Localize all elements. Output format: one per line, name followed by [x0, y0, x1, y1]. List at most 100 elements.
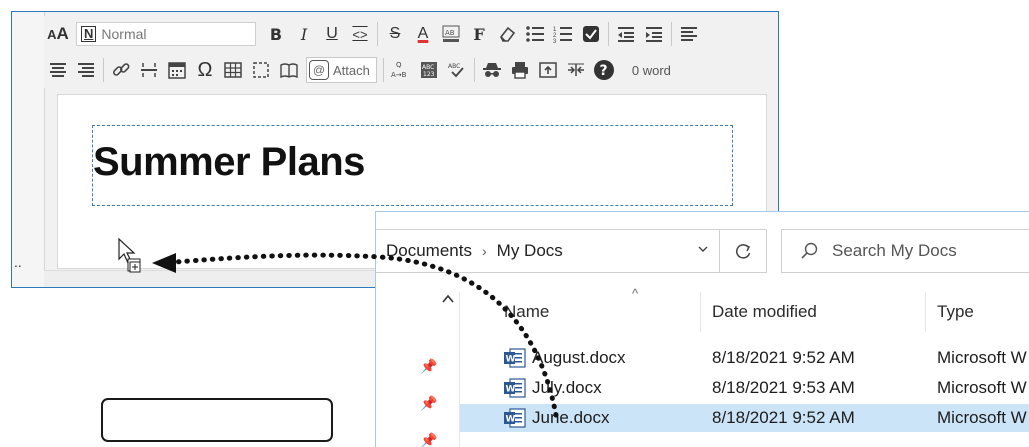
outdent-icon[interactable] [613, 21, 639, 47]
file-row-july[interactable]: W July.docx 8/18/2021 9:53 AM Microsoft W [460, 374, 1029, 402]
left-strip-text: .. [14, 254, 22, 270]
toolbar-separator [103, 58, 104, 82]
toolbar-separator [382, 58, 384, 82]
italic-icon[interactable]: I [291, 21, 317, 47]
spy-icon[interactable] [479, 57, 505, 83]
source-code-icon[interactable]: <> [347, 21, 373, 47]
pin-icon[interactable]: 📌 [420, 358, 437, 375]
word-document-icon: W [504, 408, 526, 428]
file-type: Microsoft W [937, 408, 1027, 427]
file-name: June.docx [532, 408, 610, 427]
file-date: 8/18/2021 9:53 AM [712, 378, 855, 397]
word-document-icon: W [504, 348, 526, 368]
style-select[interactable]: N Normal [76, 22, 256, 46]
svg-text:ABC: ABC [422, 64, 434, 71]
paperclip-icon: @ [309, 60, 329, 80]
toolbar-separator [671, 22, 672, 46]
export-icon[interactable] [535, 57, 561, 83]
svg-text:Q: Q [396, 61, 402, 69]
strikethrough-icon[interactable]: S [382, 21, 408, 47]
omega-icon[interactable]: Ω [192, 57, 218, 83]
calendar-icon[interactable] [164, 57, 190, 83]
breadcrumb-documents[interactable]: Documents [386, 241, 472, 261]
table-icon[interactable] [220, 57, 246, 83]
svg-text:W: W [506, 385, 516, 395]
pin-icon[interactable]: 📌 [420, 432, 437, 447]
scroll-up-button[interactable] [438, 290, 458, 310]
chevron-down-icon[interactable] [697, 242, 709, 258]
font-color-icon[interactable]: A [410, 21, 436, 47]
file-date: 8/18/2021 9:52 AM [712, 348, 855, 367]
breadcrumb-my-docs[interactable]: My Docs [497, 241, 563, 261]
bold-icon[interactable]: B [263, 21, 289, 47]
bullet-list-icon[interactable] [522, 21, 548, 47]
style-select-value: Normal [101, 26, 147, 42]
svg-text:3: 3 [553, 39, 557, 44]
frame-icon[interactable] [248, 57, 274, 83]
link-icon[interactable] [108, 57, 134, 83]
numbered-list-icon[interactable]: 123 [550, 21, 576, 47]
file-list: ^ Name Date modified Type W August.docx 8… [460, 286, 1029, 447]
collapse-icon[interactable] [563, 57, 589, 83]
column-header-name-label: Name [504, 302, 550, 321]
file-name: July.docx [532, 378, 602, 397]
font-size-icon[interactable]: AA [45, 21, 71, 47]
file-type: Microsoft W [937, 348, 1027, 367]
document-title[interactable]: Summer Plans [93, 140, 365, 185]
file-row-august[interactable]: W August.docx 8/18/2021 9:52 AM Microsoft… [460, 344, 1029, 372]
sort-ascending-icon: ^ [632, 286, 639, 301]
file-type: Microsoft W [937, 378, 1027, 397]
chevron-right-icon: › [481, 243, 487, 259]
svg-text:AB: AB [445, 29, 455, 37]
column-divider[interactable] [700, 292, 701, 332]
file-date: 8/18/2021 9:52 AM [712, 408, 855, 427]
column-divider[interactable] [925, 292, 926, 332]
search-input[interactable]: Search My Docs [781, 229, 1029, 273]
indent-icon[interactable] [641, 21, 667, 47]
svg-text:W: W [506, 355, 516, 365]
eraser-icon[interactable] [494, 21, 520, 47]
file-row-june[interactable]: W June.docx 8/18/2021 9:52 AM Microsoft W [460, 404, 1029, 432]
svg-text:W: W [506, 415, 516, 425]
file-explorer-window: Documents › My Docs Search My Docs 📌 📌 📌… [375, 211, 1029, 447]
explorer-address-row: Documents › My Docs Search My Docs [376, 212, 1029, 292]
editor-toolbar-row-1: AA N Normal B I U <> S A AB F 123 [44, 16, 778, 52]
style-select-icon: N [81, 26, 97, 42]
horizontal-rule-icon[interactable] [136, 57, 162, 83]
svg-text:?: ? [599, 63, 607, 79]
svg-text:A→B: A→B [391, 71, 407, 79]
highlight-outline [101, 398, 333, 442]
toolbar-separator [377, 22, 378, 46]
book-icon[interactable] [276, 57, 302, 83]
attach-button[interactable]: @ Attach [306, 57, 377, 83]
word-count: 0 word [631, 62, 671, 78]
align-icon[interactable] [676, 21, 702, 47]
align-right-icon[interactable] [73, 57, 99, 83]
refresh-icon [735, 244, 751, 259]
word-document-icon: W [504, 378, 526, 398]
title-block[interactable]: Summer Plans [92, 125, 733, 206]
highlight-icon[interactable]: AB [438, 21, 464, 47]
column-header-name[interactable]: ^ Name [504, 286, 638, 332]
svg-text:ABC: ABC [448, 63, 460, 70]
editor-left-strip: .. [12, 12, 45, 287]
refresh-button[interactable] [719, 229, 767, 273]
format-icon[interactable]: F [466, 21, 492, 47]
pin-icon[interactable]: 📌 [420, 395, 437, 412]
align-center-icon[interactable] [45, 57, 71, 83]
attach-label: Attach [333, 62, 370, 78]
editor-toolbar-row-2: Ω @ Attach Q A→B ABC 123 ABC ? 0 word [44, 52, 778, 88]
spellcheck-small-icon[interactable]: ABC [444, 57, 470, 83]
spellcheck-icon[interactable]: ABC 123 [416, 57, 442, 83]
toolbar-separator [473, 58, 475, 82]
navigation-pane [376, 292, 460, 447]
checkbox-icon[interactable] [578, 21, 604, 47]
help-icon[interactable]: ? [591, 57, 617, 83]
print-icon[interactable] [507, 57, 533, 83]
breadcrumb[interactable]: Documents › My Docs [376, 229, 720, 273]
column-header-type[interactable]: Type [937, 292, 974, 332]
toolbar-separator [608, 22, 609, 46]
underline-icon[interactable]: U [319, 21, 345, 47]
column-header-date[interactable]: Date modified [712, 292, 817, 332]
find-replace-icon[interactable]: Q A→B [388, 57, 414, 83]
